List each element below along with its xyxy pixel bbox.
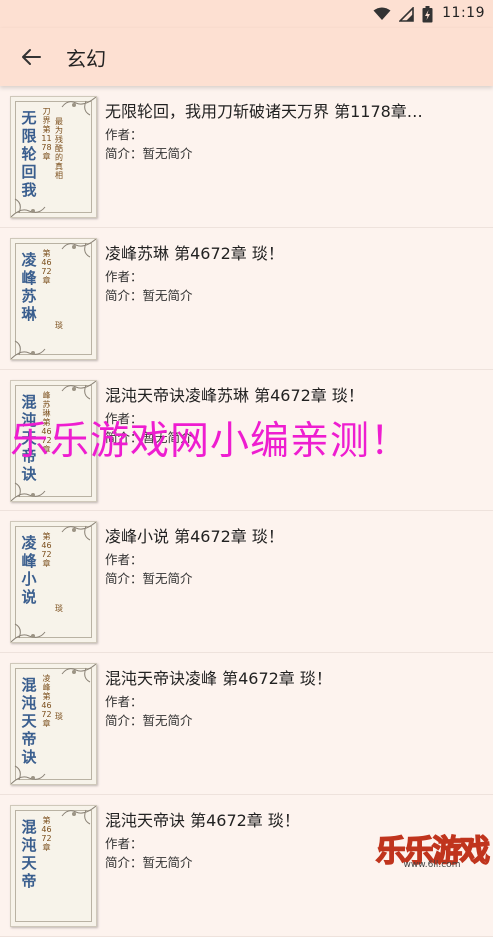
floral-ornament-icon <box>11 754 51 784</box>
signal-icon <box>399 7 414 22</box>
logo-url: www.6ll.com <box>373 860 491 870</box>
status-time: 11:19 <box>442 5 485 21</box>
book-intro: 简介：暂无简介 <box>105 143 193 162</box>
book-cover: 凌峰苏琳 第4672章 琰 <box>10 238 97 360</box>
site-logo: 乐乐游戏 www.6ll.com <box>373 826 491 872</box>
book-cover: 混沌天帝诀 凌峰第4672章 琰 <box>10 663 97 785</box>
battery-icon <box>422 6 433 23</box>
cover-title: 混沌天帝诀 <box>19 676 39 766</box>
floral-ornament-icon <box>11 187 51 217</box>
cover-title: 无限轮回我 <box>19 109 39 199</box>
book-list-item[interactable]: 凌峰小说 第4672章 琰 凌峰小说 第4672章 琰！ 作者： 简介：暂无简介 <box>0 511 493 653</box>
floral-ornament-icon <box>56 239 96 269</box>
book-author: 作者： <box>105 691 143 710</box>
book-author: 作者： <box>105 833 143 852</box>
book-intro: 简介：暂无简介 <box>105 285 193 304</box>
cover-title: 凌峰苏琳 <box>19 251 39 323</box>
app-bar: 玄幻 <box>0 28 493 86</box>
book-intro: 简介：暂无简介 <box>105 710 193 729</box>
floral-ornament-icon <box>56 381 96 411</box>
floral-ornament-icon <box>56 664 96 694</box>
floral-ornament-icon <box>11 471 51 501</box>
status-bar: 11:19 <box>0 0 493 28</box>
cover-subtitle: 琰 <box>54 712 64 721</box>
status-icons <box>373 6 433 22</box>
book-title: 凌峰苏琳 第4672章 琰！ <box>105 240 475 264</box>
back-arrow-icon <box>16 42 46 72</box>
book-title: 无限轮回，我用刀斩破诸天万界 第1178章… <box>105 98 475 122</box>
book-cover: 混沌天帝 第4672章 <box>10 805 97 927</box>
book-title: 混沌天帝诀凌峰苏琳 第4672章 琰！ <box>105 382 475 406</box>
watermark-text: 乐乐游戏网小编亲测！ <box>10 410 410 466</box>
wifi-icon <box>373 7 391 21</box>
cover-subtitle: 琰 <box>54 321 64 330</box>
page-title: 玄幻 <box>66 43 106 72</box>
floral-ornament-icon <box>11 329 51 359</box>
cover-chapter: 凌峰第4672章 <box>41 674 52 728</box>
cover-chapter: 第4672章 <box>41 816 52 852</box>
cover-title: 凌峰小说 <box>19 534 39 606</box>
book-cover: 凌峰小说 第4672章 琰 <box>10 521 97 643</box>
book-title: 混沌天帝诀凌峰 第4672章 琰！ <box>105 665 475 689</box>
cover-chapter: 第4672章 <box>41 249 52 285</box>
book-intro: 简介：暂无简介 <box>105 568 193 587</box>
book-list-item[interactable]: 凌峰苏琳 第4672章 琰 凌峰苏琳 第4672章 琰！ 作者： 简介：暂无简介 <box>0 228 493 370</box>
book-list-item[interactable]: 混沌天帝诀 凌峰第4672章 琰 混沌天帝诀凌峰 第4672章 琰！ 作者： 简… <box>0 653 493 795</box>
book-author: 作者： <box>105 549 143 568</box>
book-list-item[interactable]: 无限轮回我 刀界第1178章 最为残酷的真相 无限轮回，我用刀斩破诸天万界 第1… <box>0 86 493 228</box>
back-button[interactable] <box>16 42 46 72</box>
floral-ornament-icon <box>56 806 96 836</box>
cover-subtitle: 琰 <box>54 604 64 613</box>
cover-chapter: 刀界第1178章 <box>41 107 52 161</box>
book-title: 凌峰小说 第4672章 琰！ <box>105 523 475 547</box>
book-author: 作者： <box>105 266 143 285</box>
book-author: 作者： <box>105 124 143 143</box>
cover-title: 混沌天帝 <box>19 818 39 890</box>
floral-ornament-icon <box>56 522 96 552</box>
book-cover: 无限轮回我 刀界第1178章 最为残酷的真相 <box>10 96 97 218</box>
book-list: 无限轮回我 刀界第1178章 最为残酷的真相 无限轮回，我用刀斩破诸天万界 第1… <box>0 86 493 937</box>
cover-chapter: 第4672章 <box>41 532 52 568</box>
floral-ornament-icon <box>11 612 51 642</box>
floral-ornament-icon <box>56 97 96 127</box>
book-intro: 简介：暂无简介 <box>105 852 193 871</box>
